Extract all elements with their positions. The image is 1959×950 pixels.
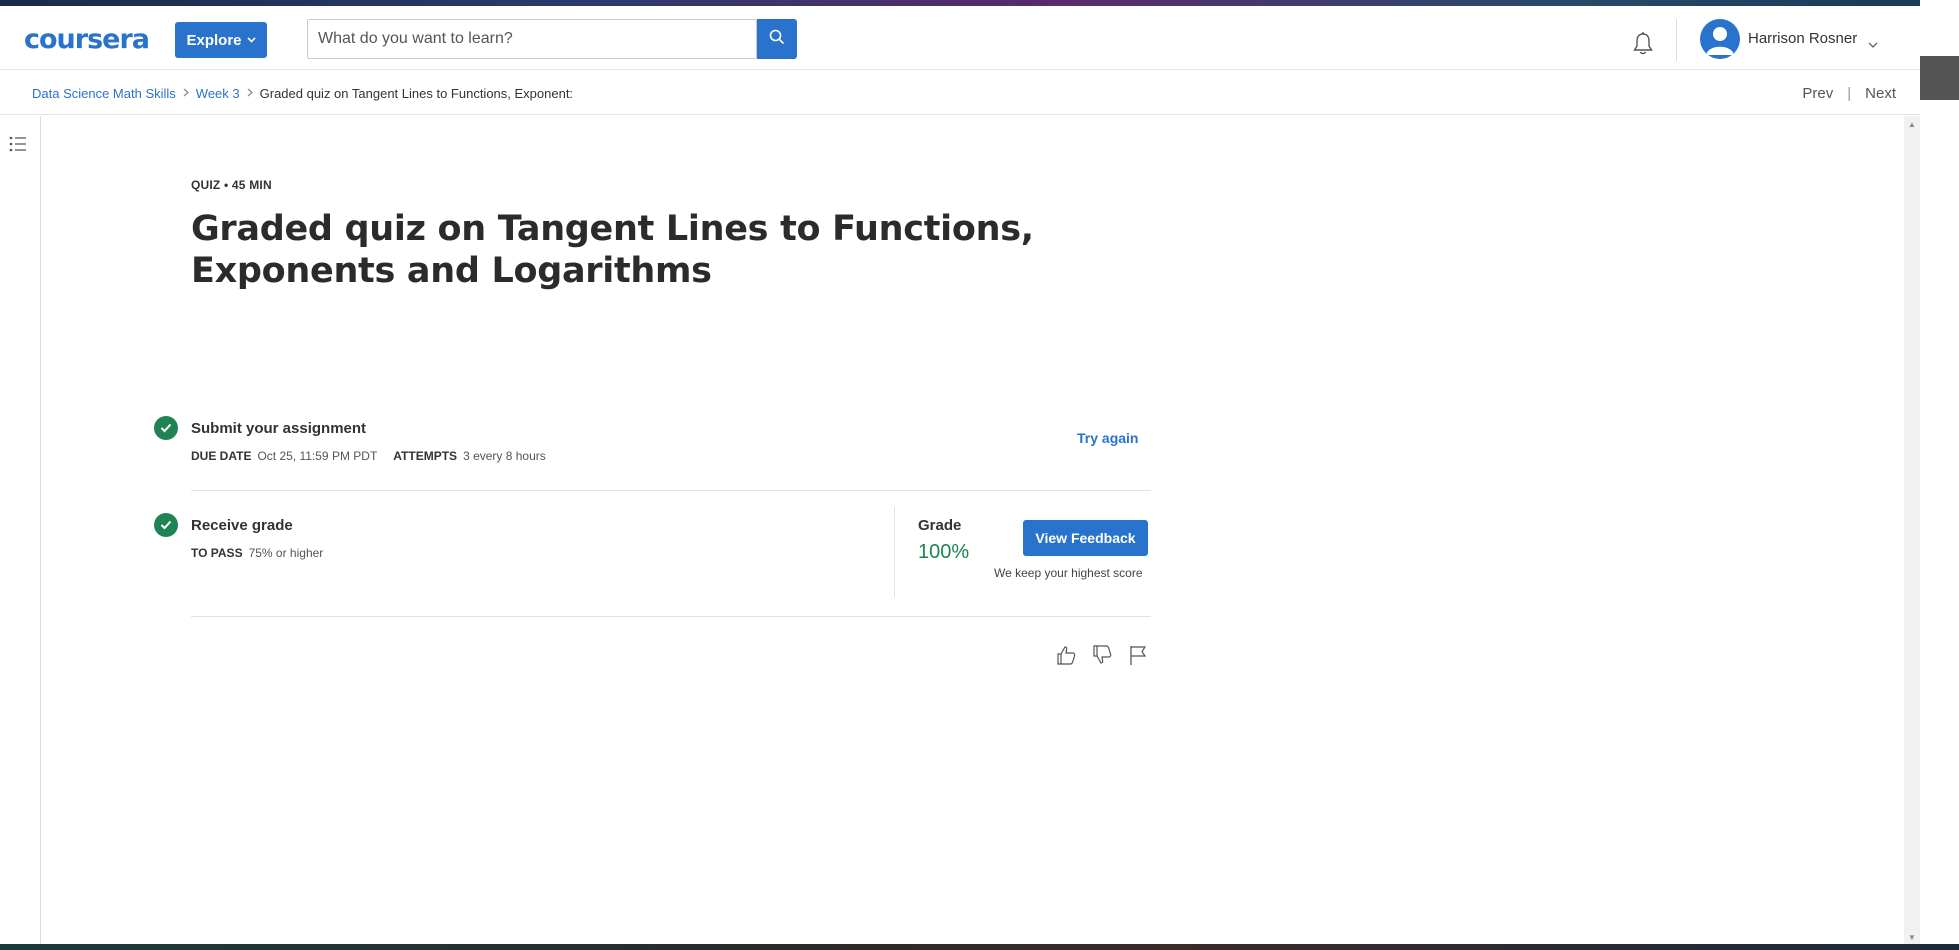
divider xyxy=(191,616,1151,617)
prev-next-nav: Prev | Next xyxy=(1802,85,1896,102)
feedback-actions xyxy=(1055,644,1149,666)
scroll-up-icon[interactable]: ▲ xyxy=(1908,120,1916,129)
explore-label: Explore xyxy=(186,31,242,49)
chevron-down-icon[interactable] xyxy=(1868,35,1878,53)
due-date-label: DUE DATE xyxy=(191,449,252,463)
list-icon[interactable] xyxy=(9,136,27,157)
header: coursera Explore Harrison Rosner xyxy=(0,6,1920,70)
breadcrumb-course[interactable]: Data Science Math Skills xyxy=(32,86,176,101)
thumbs-up-icon[interactable] xyxy=(1055,644,1077,666)
avatar-icon[interactable] xyxy=(1700,19,1740,59)
nav-separator: | xyxy=(1847,85,1852,102)
receive-title: Receive grade xyxy=(191,517,293,534)
grade-value: 100% xyxy=(918,541,970,563)
view-feedback-button[interactable]: View Feedback xyxy=(1023,520,1148,556)
breadcrumb-week[interactable]: Week 3 xyxy=(196,86,240,101)
scrollbar[interactable]: ▲ ▼ xyxy=(1904,116,1920,944)
chevron-right-icon xyxy=(247,88,253,100)
breadcrumb-bar: Data Science Math Skills Week 3 Graded q… xyxy=(0,71,1920,115)
search-input[interactable] xyxy=(308,20,756,58)
check-icon xyxy=(154,513,178,537)
submit-details: DUE DATE Oct 25, 11:59 PM PDT ATTEMPTS 3 ev… xyxy=(191,449,546,463)
vertical-divider xyxy=(894,507,895,597)
prev-button[interactable]: Prev xyxy=(1802,85,1833,102)
header-divider xyxy=(1676,19,1677,61)
submit-title: Submit your assignment xyxy=(191,420,367,437)
quiz-meta: QUIZ • 45 MIN xyxy=(191,178,272,192)
search-box xyxy=(307,19,757,59)
chevron-right-icon xyxy=(183,88,189,100)
to-pass-value: 75% or higher xyxy=(248,546,324,560)
bell-icon[interactable] xyxy=(1631,31,1657,57)
thumbs-down-icon[interactable] xyxy=(1091,644,1113,666)
due-date-value: Oct 25, 11:59 PM PDT xyxy=(257,449,378,463)
coursera-logo[interactable]: coursera xyxy=(24,24,150,55)
os-taskbar xyxy=(0,944,1959,950)
keep-score-note: We keep your highest score xyxy=(994,566,1143,580)
browser-side-panel xyxy=(1920,56,1959,100)
next-button[interactable]: Next xyxy=(1865,85,1896,102)
check-icon xyxy=(154,416,178,440)
search-icon xyxy=(769,29,785,50)
scroll-down-icon[interactable]: ▼ xyxy=(1908,933,1916,942)
breadcrumb: Data Science Math Skills Week 3 Graded q… xyxy=(32,86,573,101)
grade-label: Grade xyxy=(918,517,962,534)
divider xyxy=(191,490,1151,491)
course-sidebar xyxy=(0,116,41,944)
explore-button[interactable]: Explore xyxy=(175,22,267,58)
page-title: Graded quiz on Tangent Lines to Function… xyxy=(191,209,1034,291)
chevron-down-icon xyxy=(246,35,256,46)
pass-details: TO PASS 75% or higher xyxy=(191,546,323,560)
flag-icon[interactable] xyxy=(1127,644,1149,666)
breadcrumb-current: Graded quiz on Tangent Lines to Function… xyxy=(259,86,574,101)
try-again-button[interactable]: Try again xyxy=(1077,430,1138,446)
attempts-label: ATTEMPTS xyxy=(393,449,458,463)
search-button[interactable] xyxy=(757,19,797,59)
user-name[interactable]: Harrison Rosner xyxy=(1748,30,1857,47)
attempts-value: 3 every 8 hours xyxy=(463,449,546,463)
to-pass-label: TO PASS xyxy=(191,546,243,560)
